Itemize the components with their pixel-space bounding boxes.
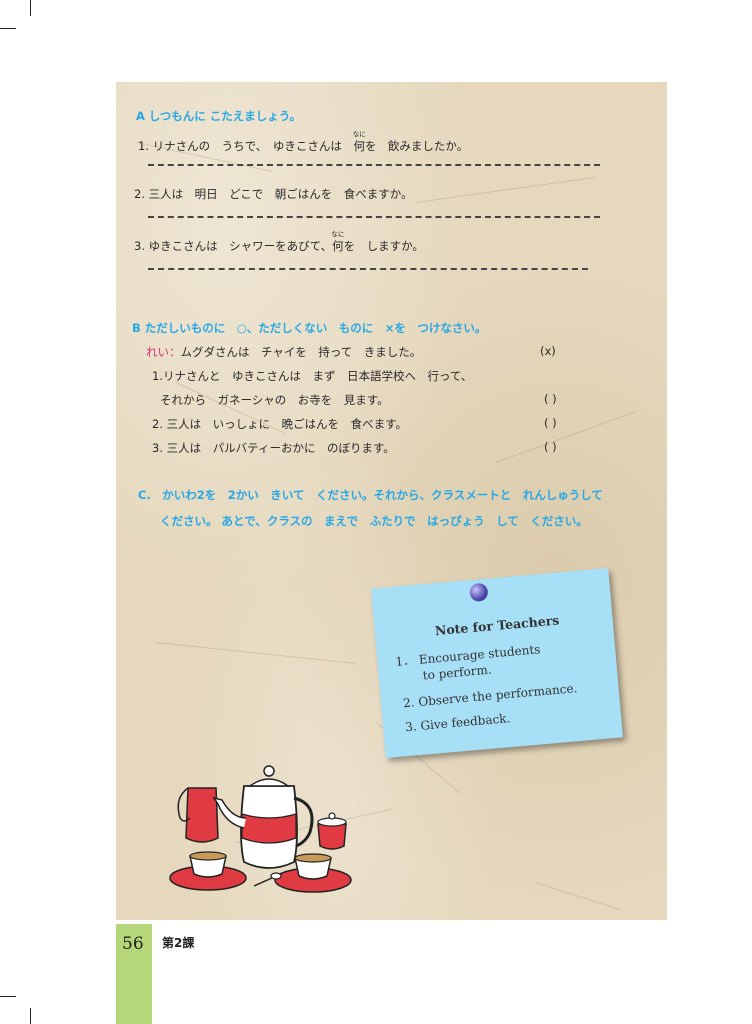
example-text: ムグダさんは チャイを 持って きました。 [180, 345, 422, 359]
push-pin-icon [469, 582, 489, 603]
teacher-note-card: Note for Teachers 1． Encourage students … [371, 567, 623, 759]
page-number: 56 [122, 934, 144, 954]
lesson-label: 第2課 [162, 936, 195, 950]
answer-box-b2[interactable]: ( ) [544, 416, 557, 430]
answer-box-b1[interactable]: ( ) [544, 392, 557, 406]
crop-mark-bottom-left-v [30, 1008, 31, 1024]
statement-b2: 2. 三人は いっしょに 晩ごはんを 食べます。 [152, 417, 407, 431]
statement-b1-line2: それから ガネーシャの お寺を 見ます。 [160, 393, 389, 407]
tea-set-illustration [169, 765, 352, 893]
example-row: れい：ムグダさんは チャイを 持って きました。 [146, 344, 421, 360]
section-a-title: A しつもんに こたえましょう。 [136, 109, 302, 123]
note-item-3: 3. Give feedback. [404, 711, 511, 735]
crop-mark-bottom-left-h [0, 996, 16, 997]
answer-line-a1[interactable] [148, 164, 600, 166]
textured-paper-panel: A しつもんに こたえましょう。 1. リナさんの うちで、 ゆきこさんは なに… [116, 82, 667, 920]
example-label: れい： [146, 345, 181, 359]
question-a2: 2. 三人は 明日 どこで 朝ごはんを 食べますか。 [134, 187, 413, 201]
crop-mark-top-left-v [30, 0, 31, 16]
answer-box-b3[interactable]: ( ) [544, 440, 557, 454]
answer-line-a2[interactable] [148, 216, 600, 218]
section-c-line2: ください。 あとで、クラスの まえで ふたりで はっぴょう して ください。 [160, 514, 588, 528]
note-item-2: 2. Observe the performance. [402, 681, 578, 711]
statement-b1-line1: 1.リナさんと ゆきこさんは まず 日本語学校へ 行って、 [152, 369, 473, 383]
section-b-title: B ただしいものに ○、ただしくない ものに ×を つけなさい。 [132, 321, 487, 335]
crop-mark-top-left-h [0, 28, 16, 29]
section-c-line1: C. かいわ2を 2かい きいて ください。それから、クラスメートと れんしゅう… [138, 488, 603, 502]
answer-line-a3[interactable] [148, 268, 588, 270]
statement-b3: 3. 三人は パルバティーおかに のぼります。 [152, 441, 395, 455]
example-answer: (x) [540, 344, 556, 358]
question-a3: 3. ゆきこさんは シャワーをあびて、 なに 何を しますか。 [134, 230, 424, 253]
question-a1: 1. リナさんの うちで、 ゆきこさんは なに 何を 飲みましたか。 [138, 130, 469, 153]
note-title: Note for Teachers [434, 612, 560, 639]
